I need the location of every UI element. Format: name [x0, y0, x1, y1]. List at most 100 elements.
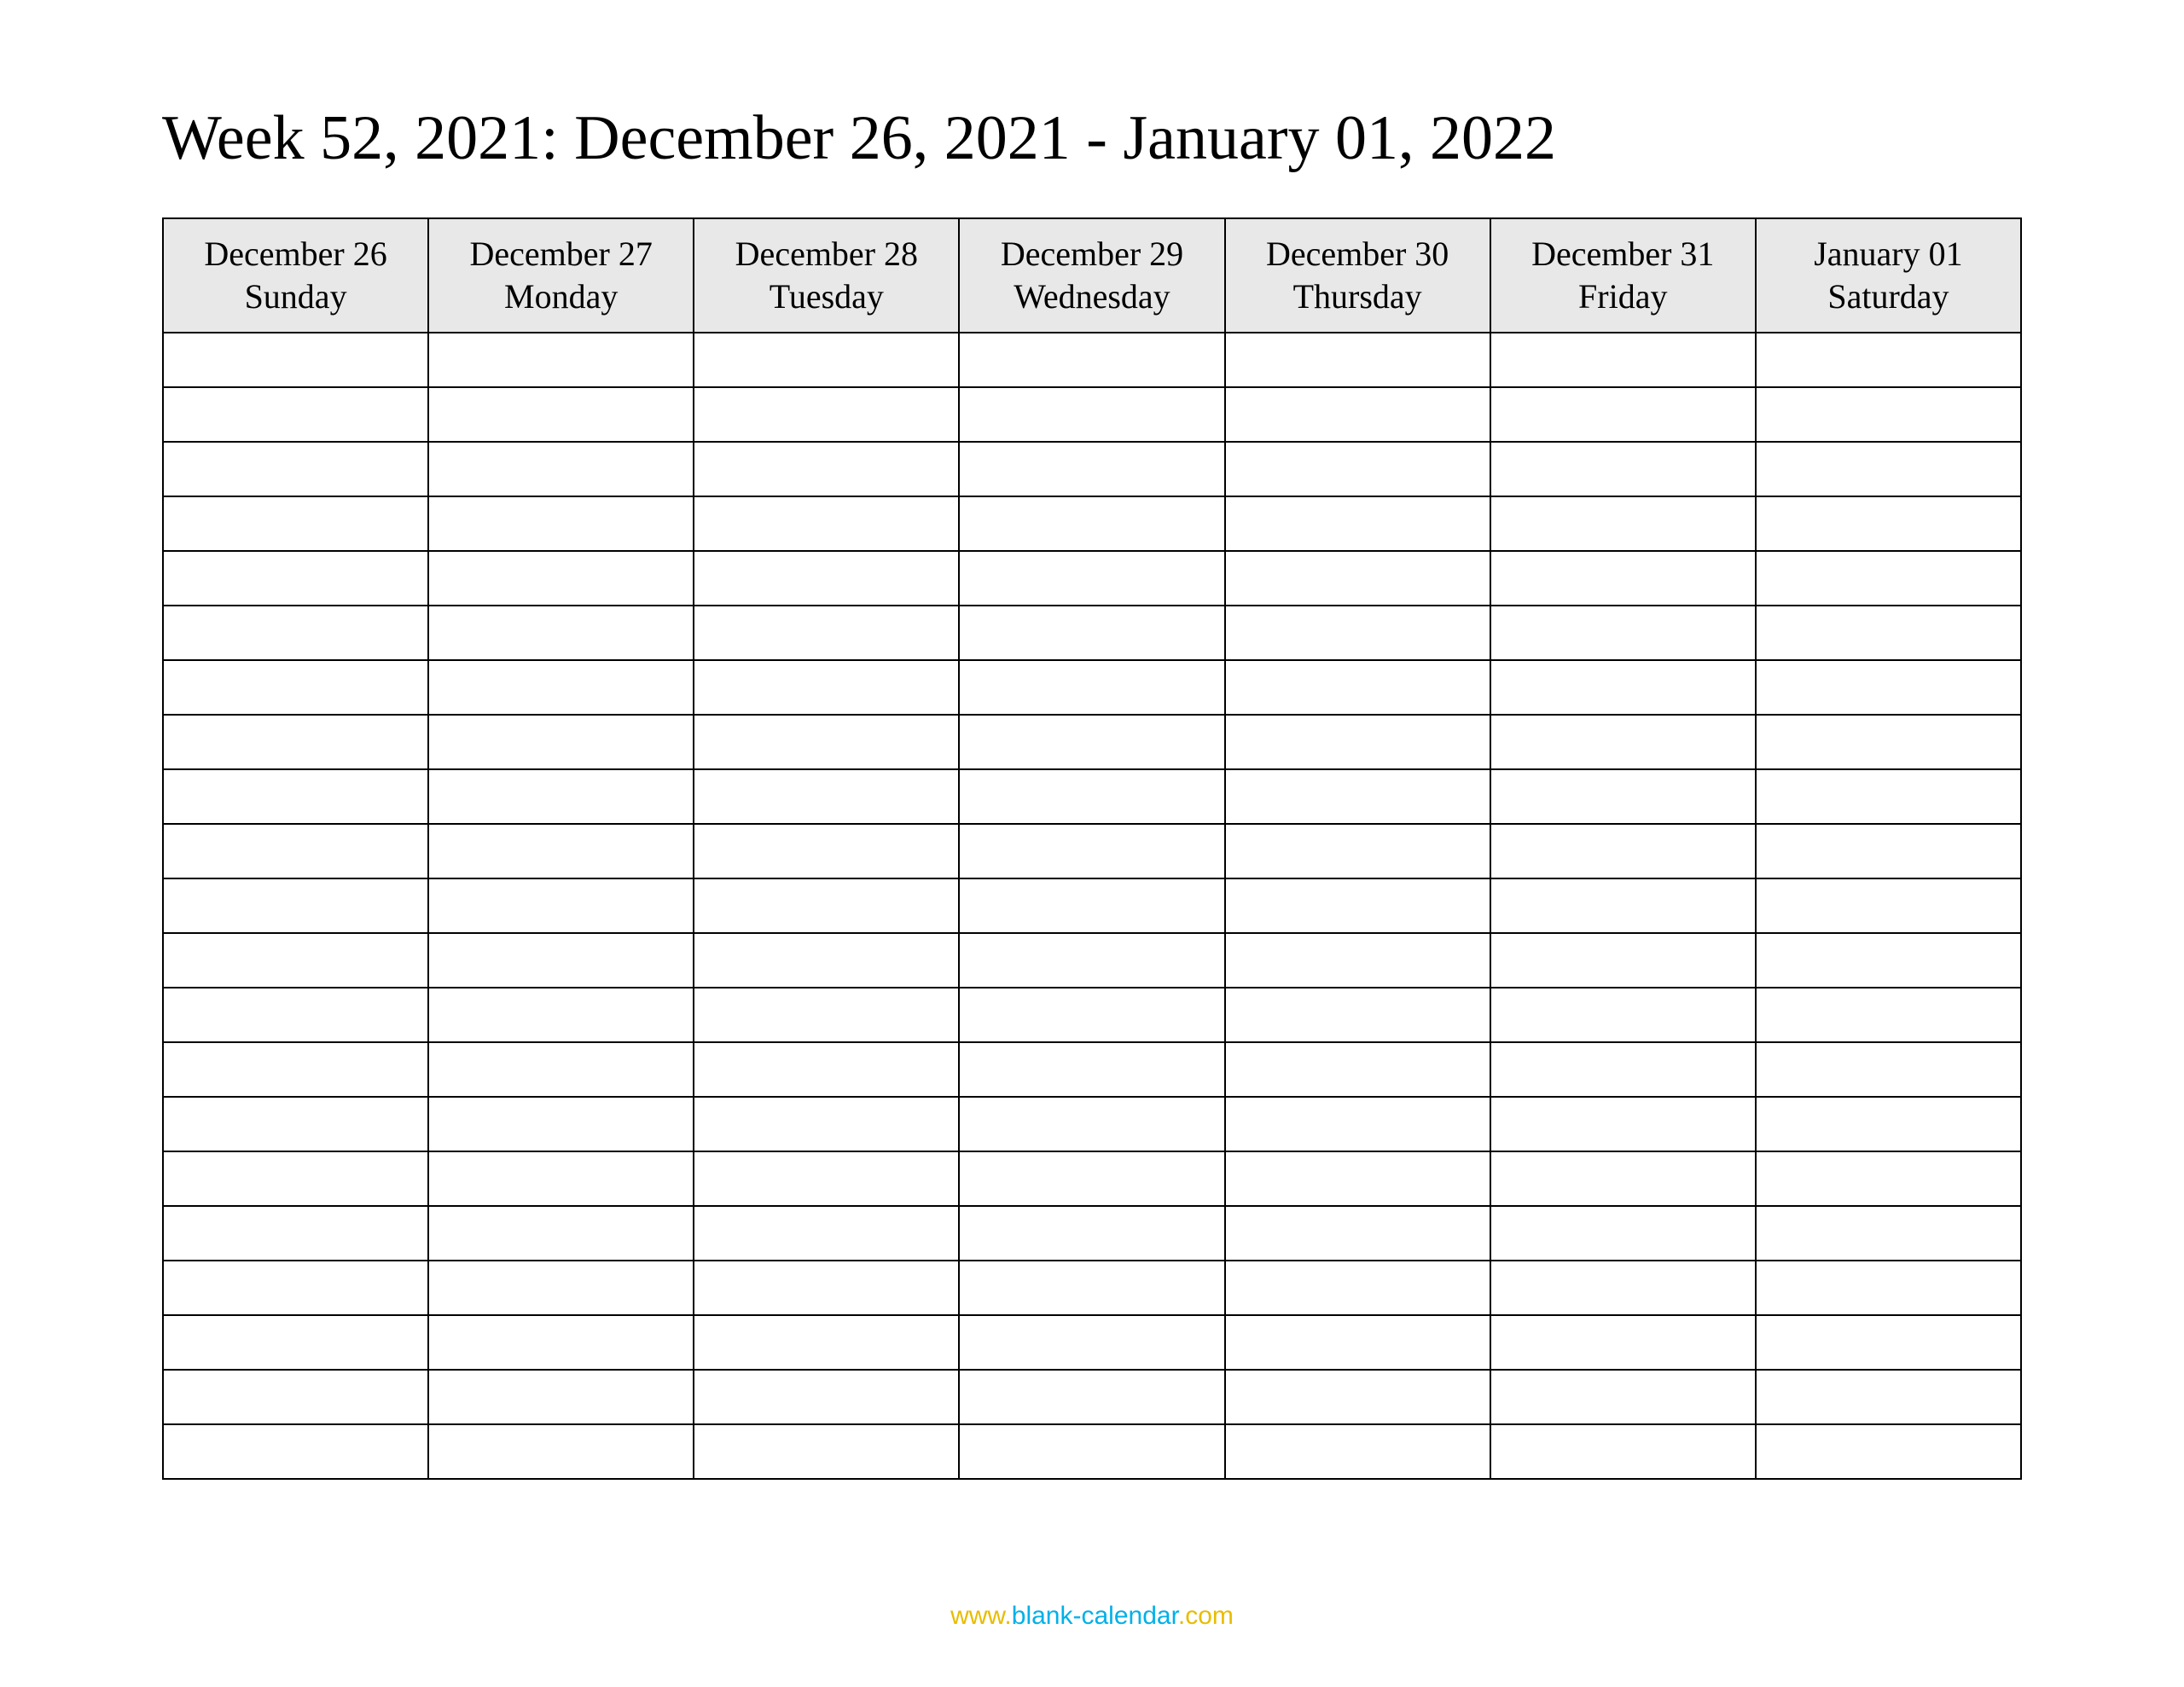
calendar-row: [163, 878, 2021, 933]
col-header-dow: Thursday: [1233, 275, 1483, 318]
calendar-cell: [1225, 1206, 1490, 1261]
calendar-cell: [428, 988, 694, 1042]
calendar-cell: [1756, 660, 2021, 715]
col-header-date: December 30: [1233, 233, 1483, 275]
calendar-row: [163, 1151, 2021, 1206]
calendar-row: [163, 1370, 2021, 1424]
calendar-cell: [1756, 1151, 2021, 1206]
calendar-cell: [694, 496, 959, 551]
calendar-cell: [428, 1097, 694, 1151]
calendar-cell: [694, 769, 959, 824]
calendar-cell: [163, 387, 428, 442]
col-header-monday: December 27 Monday: [428, 218, 694, 333]
calendar-cell: [959, 660, 1224, 715]
calendar-cell: [1225, 715, 1490, 769]
calendar-cell: [694, 1097, 959, 1151]
calendar-cell: [1225, 878, 1490, 933]
calendar-cell: [1225, 387, 1490, 442]
calendar-row: [163, 988, 2021, 1042]
calendar-cell: [1756, 1042, 2021, 1097]
calendar-row: [163, 933, 2021, 988]
col-header-dow: Monday: [436, 275, 686, 318]
calendar-cell: [163, 1206, 428, 1261]
calendar-cell: [694, 1206, 959, 1261]
calendar-cell: [1225, 933, 1490, 988]
calendar-cell: [959, 1151, 1224, 1206]
calendar-cell: [959, 824, 1224, 878]
calendar-cell: [163, 715, 428, 769]
calendar-cell: [694, 933, 959, 988]
calendar-cell: [1490, 1261, 1756, 1315]
calendar-row: [163, 824, 2021, 878]
calendar-cell: [1490, 1315, 1756, 1370]
calendar-row: [163, 387, 2021, 442]
calendar-cell: [428, 1315, 694, 1370]
col-header-dow: Sunday: [171, 275, 421, 318]
calendar-cell: [1225, 1370, 1490, 1424]
calendar-cell: [1225, 988, 1490, 1042]
calendar-cell: [1225, 1042, 1490, 1097]
page-title: Week 52, 2021: December 26, 2021 - Janua…: [162, 102, 2022, 175]
calendar-cell: [163, 1261, 428, 1315]
calendar-cell: [163, 824, 428, 878]
calendar-cell: [1756, 606, 2021, 660]
col-header-date: January 01: [1763, 233, 2013, 275]
calendar-cell: [1756, 878, 2021, 933]
calendar-cell: [1225, 1424, 1490, 1479]
calendar-cell: [694, 1424, 959, 1479]
calendar-row: [163, 1206, 2021, 1261]
calendar-cell: [1490, 715, 1756, 769]
calendar-cell: [1756, 333, 2021, 387]
page-container: Week 52, 2021: December 26, 2021 - Janua…: [0, 0, 2184, 1687]
calendar-row: [163, 660, 2021, 715]
calendar-row: [163, 1315, 2021, 1370]
calendar-cell: [694, 1370, 959, 1424]
calendar-cell: [1225, 606, 1490, 660]
calendar-cell: [959, 988, 1224, 1042]
calendar-cell: [959, 769, 1224, 824]
calendar-cell: [428, 769, 694, 824]
calendar-cell: [1490, 387, 1756, 442]
calendar-cell: [163, 551, 428, 606]
weekly-calendar-table: December 26 Sunday December 27 Monday De…: [162, 217, 2022, 1480]
calendar-cell: [163, 769, 428, 824]
calendar-cell: [694, 442, 959, 496]
calendar-cell: [1756, 933, 2021, 988]
calendar-row: [163, 1424, 2021, 1479]
calendar-cell: [1756, 1097, 2021, 1151]
calendar-cell: [428, 715, 694, 769]
calendar-cell: [428, 1042, 694, 1097]
col-header-date: December 26: [171, 233, 421, 275]
calendar-cell: [959, 1097, 1224, 1151]
calendar-cell: [694, 387, 959, 442]
calendar-cell: [694, 1315, 959, 1370]
calendar-cell: [1756, 442, 2021, 496]
col-header-dow: Tuesday: [701, 275, 951, 318]
calendar-cell: [428, 933, 694, 988]
calendar-cell: [694, 824, 959, 878]
footer-link[interactable]: www.blank-calendar.com: [950, 1602, 1234, 1630]
calendar-row: [163, 715, 2021, 769]
calendar-cell: [959, 1042, 1224, 1097]
calendar-cell: [1225, 1315, 1490, 1370]
col-header-wednesday: December 29 Wednesday: [959, 218, 1224, 333]
calendar-cell: [959, 715, 1224, 769]
col-header-date: December 31: [1498, 233, 1748, 275]
calendar-cell: [694, 660, 959, 715]
calendar-cell: [1756, 769, 2021, 824]
calendar-cell: [163, 1315, 428, 1370]
calendar-cell: [959, 442, 1224, 496]
calendar-cell: [694, 333, 959, 387]
calendar-cell: [1225, 1261, 1490, 1315]
footer-link-com: .com: [1178, 1602, 1234, 1630]
calendar-cell: [1756, 1315, 2021, 1370]
calendar-cell: [1490, 1042, 1756, 1097]
calendar-cell: [428, 1261, 694, 1315]
calendar-cell: [163, 333, 428, 387]
calendar-cell: [428, 606, 694, 660]
calendar-cell: [1490, 1370, 1756, 1424]
col-header-date: December 29: [967, 233, 1217, 275]
col-header-thursday: December 30 Thursday: [1225, 218, 1490, 333]
calendar-cell: [694, 878, 959, 933]
col-header-dow: Saturday: [1763, 275, 2013, 318]
